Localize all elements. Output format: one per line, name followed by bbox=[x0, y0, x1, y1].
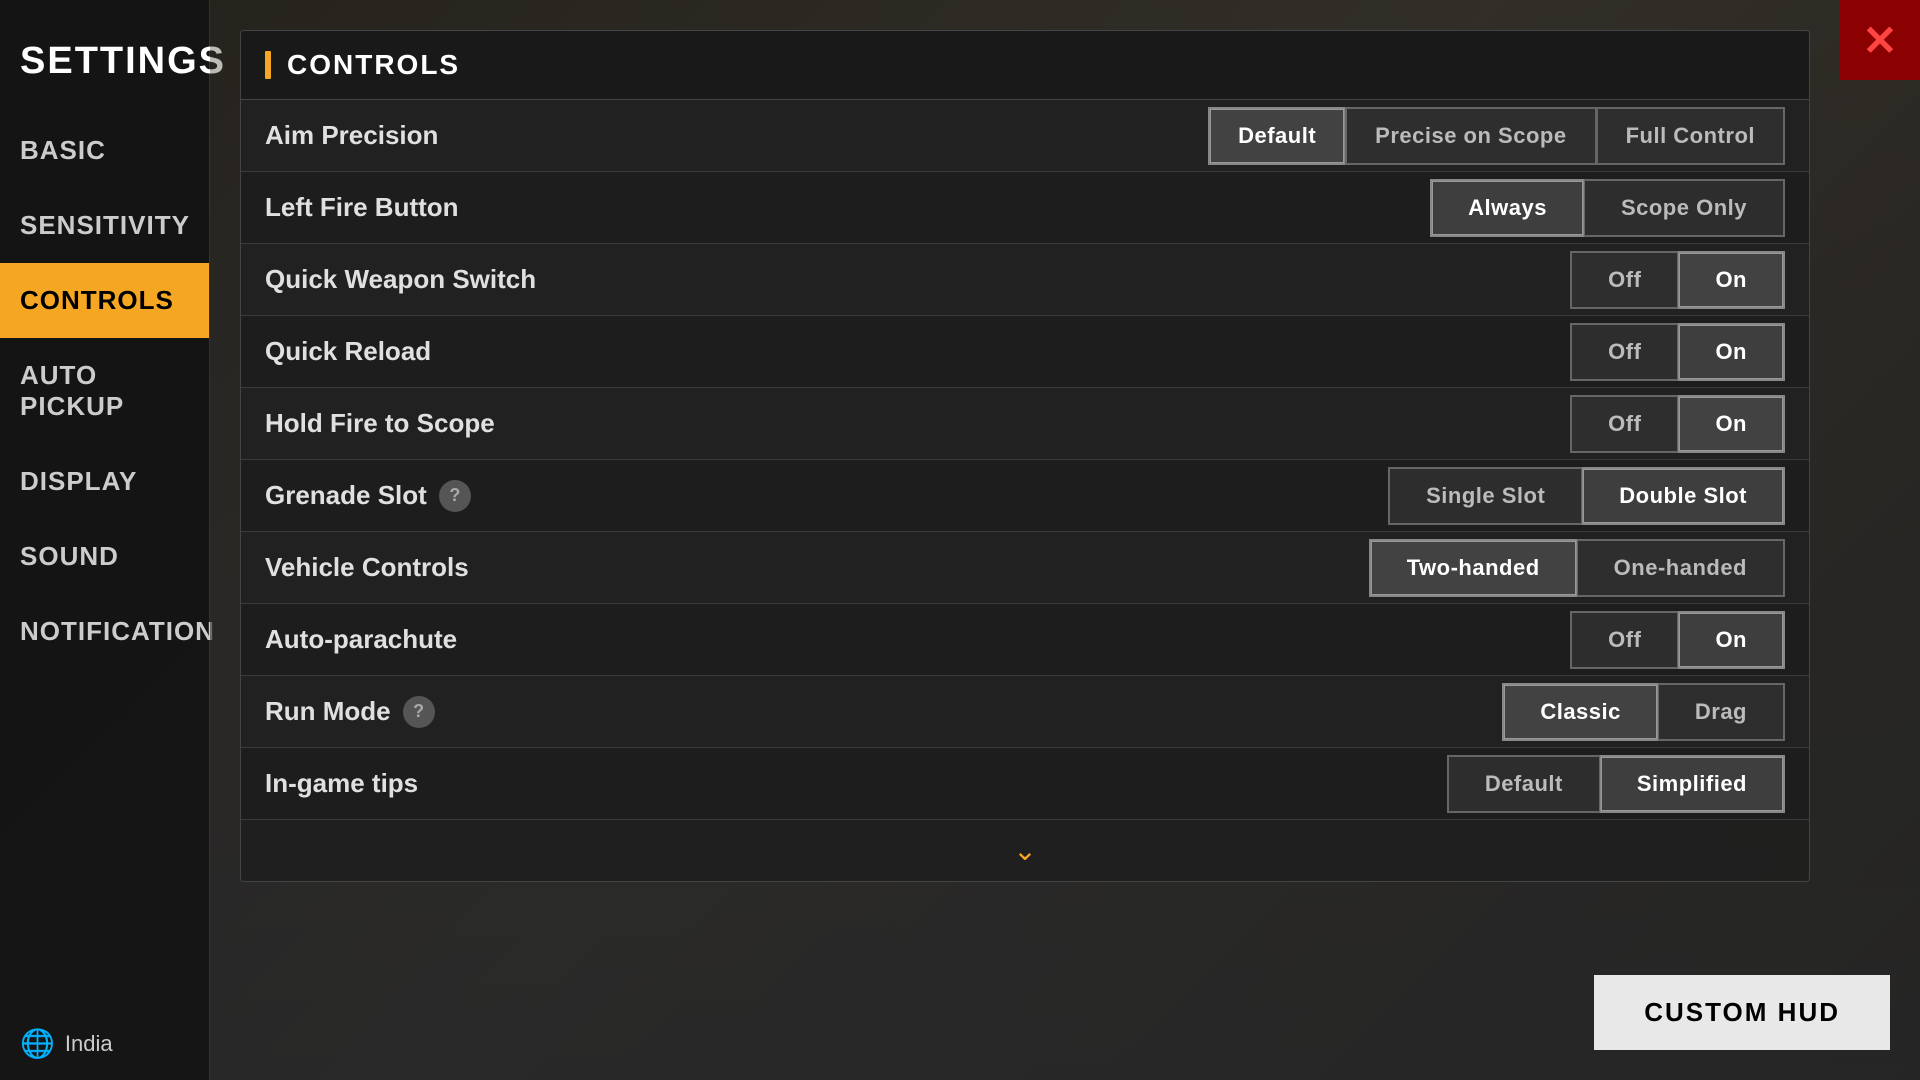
toggle-btn-hold-fire-to-scope-1[interactable]: On bbox=[1678, 395, 1785, 453]
help-icon-grenade-slot[interactable]: ? bbox=[439, 480, 471, 512]
toggle-group-hold-fire-to-scope: OffOn bbox=[1570, 395, 1785, 453]
toggle-group-aim-precision: DefaultPrecise on ScopeFull Control bbox=[1208, 107, 1785, 165]
settings-list: Aim PrecisionDefaultPrecise on ScopeFull… bbox=[241, 100, 1809, 820]
setting-row-quick-weapon-switch: Quick Weapon SwitchOffOn bbox=[241, 244, 1809, 316]
nav-menu: BASICSENSITIVITYCONTROLSAUTO PICKUPDISPL… bbox=[0, 113, 209, 669]
setting-row-run-mode: Run Mode?ClassicDrag bbox=[241, 676, 1809, 748]
settings-panel: CONTROLS Aim PrecisionDefaultPrecise on … bbox=[240, 30, 1810, 882]
setting-label-auto-parachute: Auto-parachute bbox=[265, 624, 1570, 655]
setting-label-run-mode: Run Mode? bbox=[265, 696, 1502, 728]
toggle-btn-aim-precision-0[interactable]: Default bbox=[1208, 107, 1345, 165]
setting-label-left-fire-button: Left Fire Button bbox=[265, 192, 1430, 223]
close-icon: ✕ bbox=[1862, 16, 1897, 65]
region-label: India bbox=[65, 1031, 113, 1057]
toggle-btn-vehicle-controls-0[interactable]: Two-handed bbox=[1369, 539, 1577, 597]
setting-row-in-game-tips: In-game tipsDefaultSimplified bbox=[241, 748, 1809, 820]
toggle-btn-aim-precision-2[interactable]: Full Control bbox=[1597, 107, 1785, 165]
setting-row-auto-parachute: Auto-parachuteOffOn bbox=[241, 604, 1809, 676]
toggle-btn-quick-weapon-switch-1[interactable]: On bbox=[1678, 251, 1785, 309]
setting-row-aim-precision: Aim PrecisionDefaultPrecise on ScopeFull… bbox=[241, 100, 1809, 172]
sidebar-item-basic[interactable]: BASIC bbox=[0, 113, 209, 188]
sidebar-footer: 🌐 India bbox=[0, 1007, 209, 1080]
toggle-group-auto-parachute: OffOn bbox=[1570, 611, 1785, 669]
sidebar-item-display[interactable]: DISPLAY bbox=[0, 444, 209, 519]
setting-label-hold-fire-to-scope: Hold Fire to Scope bbox=[265, 408, 1570, 439]
toggle-btn-left-fire-button-1[interactable]: Scope Only bbox=[1584, 179, 1785, 237]
toggle-btn-aim-precision-1[interactable]: Precise on Scope bbox=[1345, 107, 1596, 165]
close-button[interactable]: ✕ bbox=[1840, 0, 1920, 80]
setting-row-hold-fire-to-scope: Hold Fire to ScopeOffOn bbox=[241, 388, 1809, 460]
sidebar-item-auto-pickup[interactable]: AUTO PICKUP bbox=[0, 338, 209, 444]
setting-label-grenade-slot: Grenade Slot? bbox=[265, 480, 1388, 512]
toggle-btn-quick-reload-1[interactable]: On bbox=[1678, 323, 1785, 381]
main-content: ✕ CONTROLS Aim PrecisionDefaultPrecise o… bbox=[210, 0, 1920, 1080]
setting-label-vehicle-controls: Vehicle Controls bbox=[265, 552, 1369, 583]
panel-title: CONTROLS bbox=[287, 49, 460, 81]
chevron-down-icon: ⌄ bbox=[1013, 834, 1036, 867]
scroll-indicator[interactable]: ⌄ bbox=[241, 820, 1809, 881]
setting-row-grenade-slot: Grenade Slot?Single SlotDouble Slot bbox=[241, 460, 1809, 532]
sidebar-item-sound[interactable]: SOUND bbox=[0, 519, 209, 594]
toggle-btn-run-mode-0[interactable]: Classic bbox=[1502, 683, 1658, 741]
toggle-btn-in-game-tips-1[interactable]: Simplified bbox=[1600, 755, 1785, 813]
toggle-btn-in-game-tips-0[interactable]: Default bbox=[1447, 755, 1600, 813]
toggle-group-quick-reload: OffOn bbox=[1570, 323, 1785, 381]
sidebar-item-controls[interactable]: CONTROLS bbox=[0, 263, 209, 338]
toggle-btn-quick-weapon-switch-0[interactable]: Off bbox=[1570, 251, 1678, 309]
toggle-btn-quick-reload-0[interactable]: Off bbox=[1570, 323, 1678, 381]
toggle-btn-grenade-slot-1[interactable]: Double Slot bbox=[1582, 467, 1785, 525]
setting-label-quick-weapon-switch: Quick Weapon Switch bbox=[265, 264, 1570, 295]
toggle-group-vehicle-controls: Two-handedOne-handed bbox=[1369, 539, 1785, 597]
toggle-btn-hold-fire-to-scope-0[interactable]: Off bbox=[1570, 395, 1678, 453]
toggle-group-quick-weapon-switch: OffOn bbox=[1570, 251, 1785, 309]
custom-hud-button[interactable]: CUSTOM HUD bbox=[1594, 975, 1890, 1050]
panel-header: CONTROLS bbox=[241, 31, 1809, 100]
toggle-btn-left-fire-button-0[interactable]: Always bbox=[1430, 179, 1584, 237]
toggle-btn-run-mode-1[interactable]: Drag bbox=[1658, 683, 1785, 741]
toggle-btn-vehicle-controls-1[interactable]: One-handed bbox=[1577, 539, 1785, 597]
setting-label-quick-reload: Quick Reload bbox=[265, 336, 1570, 367]
toggle-group-in-game-tips: DefaultSimplified bbox=[1447, 755, 1785, 813]
sidebar-item-sensitivity[interactable]: SENSITIVITY bbox=[0, 188, 209, 263]
settings-title: SETTINGS bbox=[0, 20, 209, 113]
help-icon-run-mode[interactable]: ? bbox=[403, 696, 435, 728]
toggle-group-grenade-slot: Single SlotDouble Slot bbox=[1388, 467, 1785, 525]
globe-icon: 🌐 bbox=[20, 1027, 55, 1060]
toggle-btn-grenade-slot-0[interactable]: Single Slot bbox=[1388, 467, 1582, 525]
setting-label-aim-precision: Aim Precision bbox=[265, 120, 1208, 151]
setting-row-left-fire-button: Left Fire ButtonAlwaysScope Only bbox=[241, 172, 1809, 244]
setting-row-quick-reload: Quick ReloadOffOn bbox=[241, 316, 1809, 388]
sidebar: SETTINGS BASICSENSITIVITYCONTROLSAUTO PI… bbox=[0, 0, 210, 1080]
toggle-btn-auto-parachute-1[interactable]: On bbox=[1678, 611, 1785, 669]
toggle-group-left-fire-button: AlwaysScope Only bbox=[1430, 179, 1785, 237]
toggle-btn-auto-parachute-0[interactable]: Off bbox=[1570, 611, 1678, 669]
toggle-group-run-mode: ClassicDrag bbox=[1502, 683, 1785, 741]
setting-label-in-game-tips: In-game tips bbox=[265, 768, 1447, 799]
setting-row-vehicle-controls: Vehicle ControlsTwo-handedOne-handed bbox=[241, 532, 1809, 604]
sidebar-item-notification[interactable]: NOTIFICATION bbox=[0, 594, 209, 669]
header-indicator bbox=[265, 51, 271, 79]
